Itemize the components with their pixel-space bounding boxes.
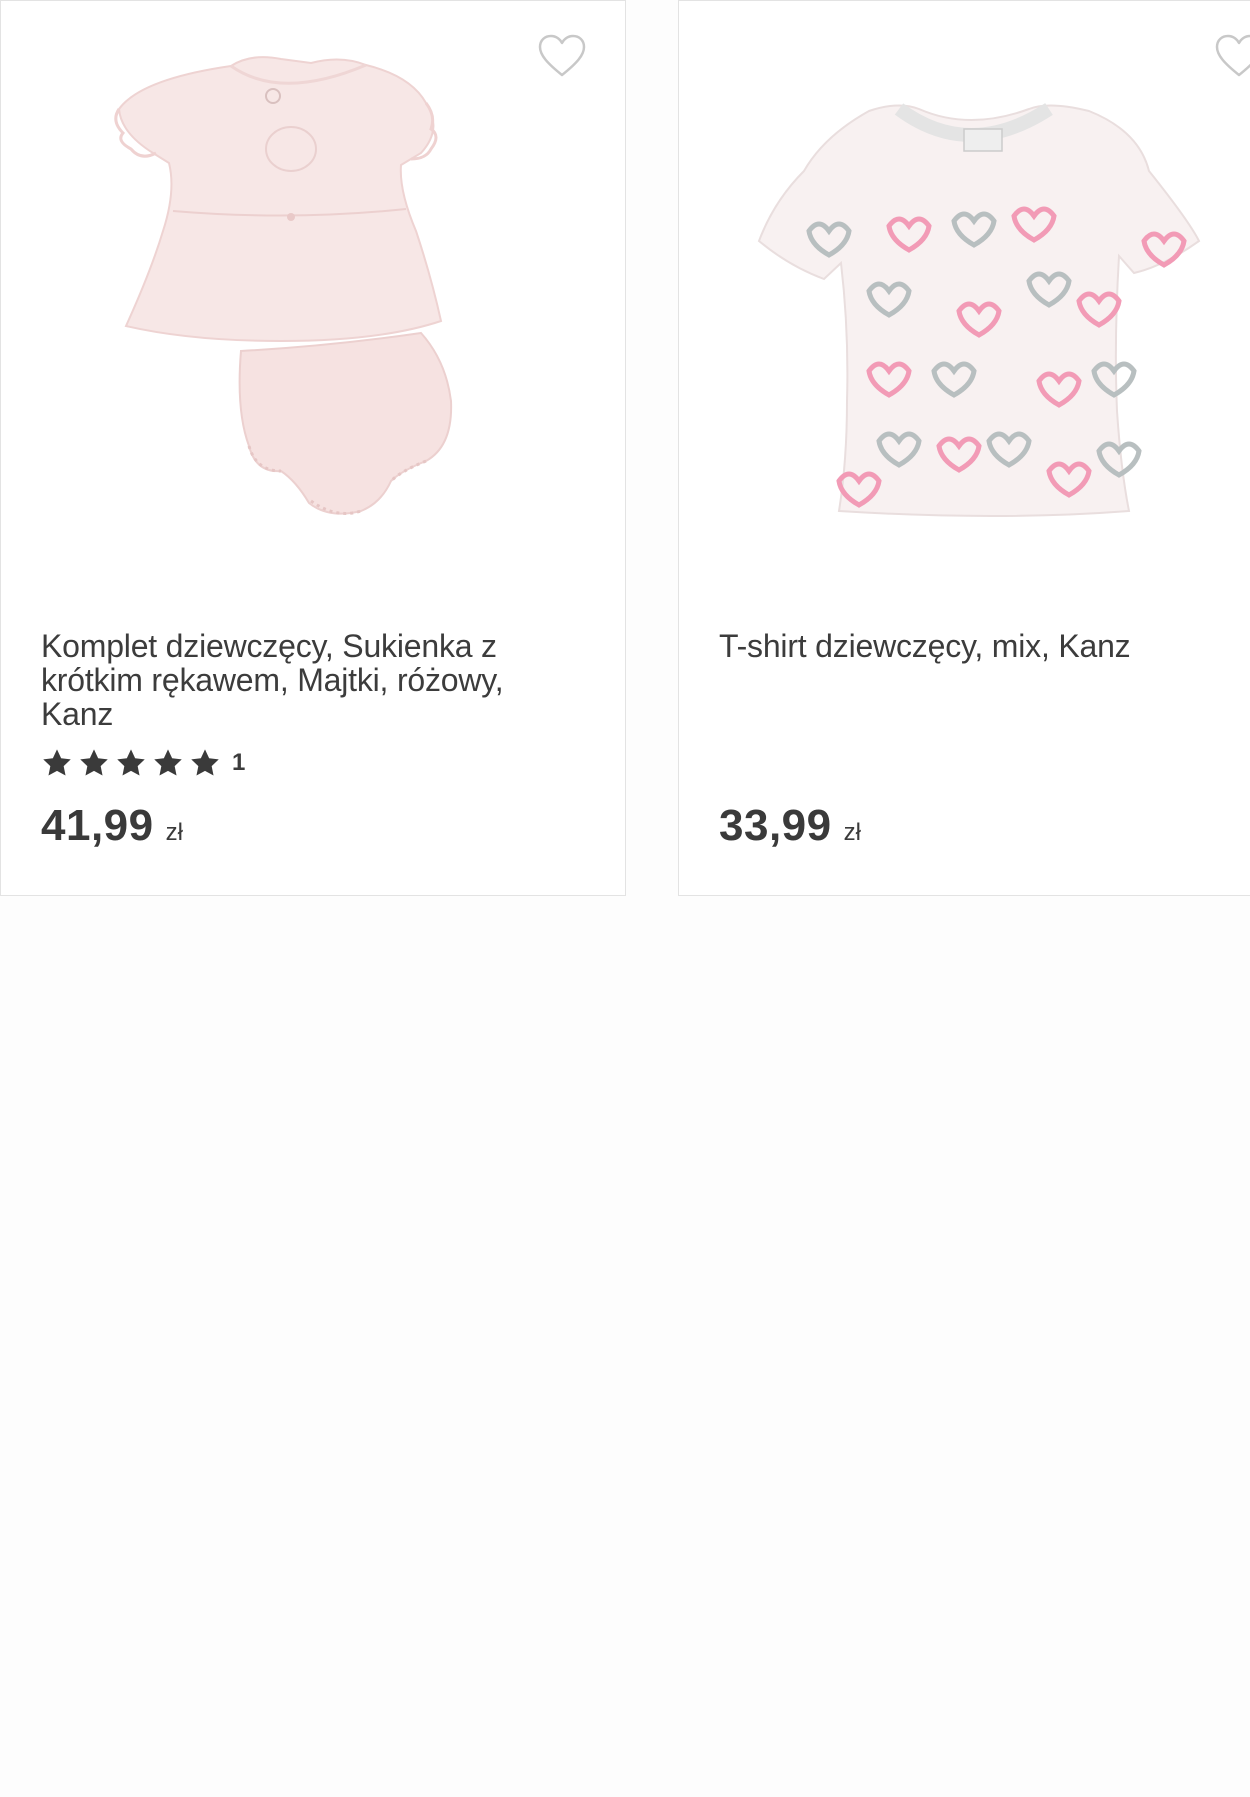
product-grid: Komplet dziewczęcy, Sukienka z krótkim r… [0, 0, 1250, 900]
star-icon [152, 747, 184, 779]
star-icon [78, 747, 110, 779]
product-image-dress-set[interactable] [81, 41, 541, 571]
price-currency: zł [165, 819, 183, 846]
star-icon [189, 747, 221, 779]
product-title[interactable]: T-shirt dziewczęcy, mix, Kanz [719, 629, 1239, 663]
star-icon [41, 747, 73, 779]
product-title[interactable]: Komplet dziewczęcy, Sukienka z krótkim r… [41, 629, 581, 731]
price-currency: zł [843, 819, 861, 846]
product-card[interactable]: T-shirt dziewczęcy, mix, Kanz 33,99 zł [678, 0, 1250, 896]
product-image-tshirt[interactable] [749, 41, 1219, 571]
product-card[interactable]: Komplet dziewczęcy, Sukienka z krótkim r… [0, 0, 626, 896]
star-icon [115, 747, 147, 779]
heart-outline-icon[interactable] [1214, 33, 1250, 79]
product-price: 41,99 zł [41, 801, 183, 851]
rating-count: 1 [232, 749, 246, 776]
product-price: 33,99 zł [719, 801, 861, 851]
heart-outline-icon[interactable] [537, 33, 587, 79]
price-value: 33,99 [719, 801, 832, 850]
price-value: 41,99 [41, 801, 154, 850]
product-rating: 1 [41, 746, 245, 780]
